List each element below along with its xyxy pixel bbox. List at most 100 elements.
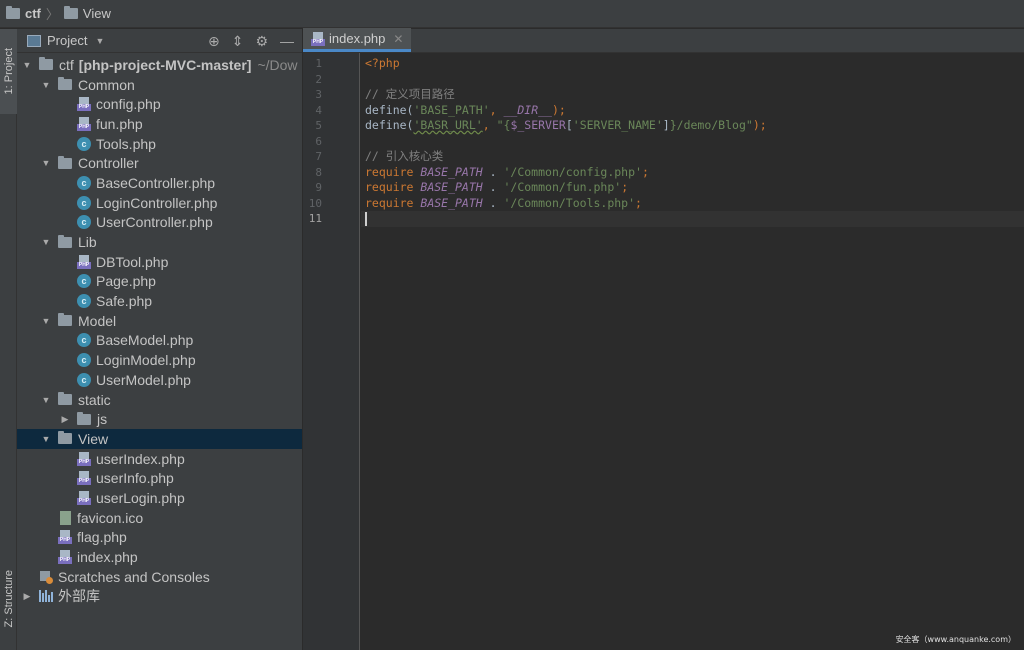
tree-item-label: Safe.php (96, 293, 153, 310)
expand-arrow-icon[interactable]: ▼ (21, 60, 33, 70)
code-token: [ (565, 118, 573, 132)
folder-icon (6, 6, 20, 19)
tree-item-label: userLogin.php (96, 489, 185, 506)
project-tool-tab-label: 1: Project (2, 48, 15, 95)
folder-icon (58, 431, 72, 445)
project-view-selector[interactable]: Project (47, 33, 87, 48)
editor-tab-index-php[interactable]: index.php ✕ (303, 28, 412, 52)
code-token: 'BASE_PATH' (413, 102, 490, 117)
tree-item[interactable]: userLogin.php (17, 488, 302, 508)
tree-item[interactable]: DBTool.php (17, 252, 302, 272)
breadcrumb-folder-label: View (82, 6, 111, 21)
tree-item[interactable]: c Safe.php (17, 291, 302, 311)
php-class-icon: c (77, 353, 91, 368)
line-number: 11 (308, 212, 322, 225)
folder-icon (58, 313, 72, 327)
breadcrumb-project[interactable]: ctf (6, 6, 41, 21)
line-number: 3 (315, 88, 322, 101)
text-caret (365, 211, 367, 226)
tree-item[interactable]: c Page.php (17, 272, 302, 292)
code-line[interactable] (361, 211, 1024, 227)
collapse-all-icon[interactable]: ⇕ (232, 33, 244, 50)
tree-item[interactable]: ▶ 外部库 (17, 587, 302, 607)
expand-arrow-icon[interactable]: ▼ (40, 80, 52, 90)
line-number: 1 (315, 57, 322, 70)
tree-folder[interactable]: ▼ Model (17, 311, 302, 331)
php-class-icon: c (77, 294, 91, 309)
close-icon[interactable]: ✕ (393, 32, 403, 46)
code-token: __DIR__ (503, 102, 552, 117)
tree-item[interactable]: c BaseModel.php (17, 331, 302, 351)
tree-item[interactable]: c LoginModel.php (17, 350, 302, 370)
code-token: BASE_PATH (420, 180, 483, 194)
tree-item[interactable]: c LoginController.php (17, 193, 302, 213)
tree-item[interactable]: userInfo.php (17, 468, 302, 488)
code-token: 'BASR_URL' (413, 118, 483, 132)
expand-arrow-icon[interactable]: ▼ (40, 158, 52, 168)
structure-tool-tab[interactable]: Z: Structure (0, 559, 17, 639)
tree-folder[interactable]: ▶ js (17, 409, 302, 429)
expand-arrow-icon[interactable]: ▼ (40, 434, 52, 444)
tree-folder[interactable]: ▼ static (17, 390, 302, 410)
tree-item-label: Lib (78, 234, 97, 251)
tree-item[interactable]: config.php (17, 94, 302, 114)
line-number: 10 (308, 196, 322, 210)
tool-window-strip: 1: Project Z: Structure (0, 29, 17, 650)
collapse-arrow-icon[interactable]: ▶ (21, 591, 33, 602)
tree-folder[interactable]: ▼ Controller (17, 153, 302, 173)
tree-folder[interactable]: ▼ Common (17, 75, 302, 95)
image-file-icon (60, 510, 71, 525)
tree-item-label: ctf (59, 56, 74, 73)
tree-folder[interactable]: ▼ View (17, 429, 302, 449)
breadcrumb-folder[interactable]: View (63, 6, 111, 21)
code-line[interactable] (361, 134, 1024, 150)
code-token: 'SERVER_NAME' (572, 118, 663, 132)
tree-item[interactable]: c UserController.php (17, 213, 302, 233)
hide-panel-icon[interactable]: — (280, 33, 294, 50)
code-token: require (365, 164, 421, 179)
tree-item[interactable]: index.php (17, 547, 302, 567)
expand-arrow-icon[interactable]: ▼ (40, 316, 52, 326)
folder-icon (58, 77, 72, 91)
tree-item[interactable]: Scratches and Consoles (17, 567, 302, 587)
tree-folder[interactable]: ▼ Lib (17, 232, 302, 252)
tree-item[interactable]: fun.php (17, 114, 302, 134)
scratches-icon (39, 570, 53, 584)
code-token: BASE_PATH (420, 164, 483, 179)
tree-item[interactable]: flag.php (17, 528, 302, 548)
code-line[interactable]: require BASE_PATH . '/Common/Tools.php'; (361, 196, 1024, 212)
expand-arrow-icon[interactable]: ▼ (40, 395, 52, 405)
tree-item[interactable]: userIndex.php (17, 449, 302, 469)
code-line[interactable]: // 定义项目路径 (361, 87, 1024, 103)
php-class-icon: c (77, 372, 91, 387)
tree-item[interactable]: c BaseController.php (17, 173, 302, 193)
code-editor[interactable]: <?php // 定义项目路径 define('BASE_PATH', __DIR_… (361, 53, 1024, 650)
code-line[interactable]: require BASE_PATH . '/Common/fun.php'; (361, 180, 1024, 196)
gear-icon[interactable]: ⚙ (255, 33, 268, 50)
code-line[interactable]: define('BASE_PATH', __DIR__); (361, 103, 1024, 119)
code-token: // 引入核心类 (365, 149, 444, 163)
code-line[interactable]: <?php (361, 56, 1024, 72)
chevron-down-icon[interactable]: ▼ (95, 36, 104, 46)
tree-item-label: Model (78, 312, 117, 329)
folder-icon (58, 155, 72, 169)
code-token: '/Common/Tools.php' (503, 195, 636, 210)
code-token: ; (641, 164, 649, 179)
line-number-gutter: 1 2 3 4 5 6 7 8 9 10 11 (303, 53, 360, 650)
tree-folder[interactable]: ▼ ctf [php-project-MVC-master] ~/Dow (17, 55, 302, 75)
code-line[interactable] (361, 72, 1024, 88)
php-file-icon (311, 31, 325, 46)
tree-item[interactable]: favicon.ico (17, 508, 302, 528)
code-line[interactable]: // 引入核心类 (361, 149, 1024, 165)
collapse-arrow-icon[interactable]: ▶ (59, 414, 71, 425)
locate-file-icon[interactable]: ⊕ (208, 33, 220, 50)
code-line[interactable]: define('BASR_URL', "{$_SERVER['SERVER_NA… (361, 118, 1024, 134)
project-view-icon (27, 34, 41, 47)
tree-item[interactable]: c UserModel.php (17, 370, 302, 390)
tree-item[interactable]: c Tools.php (17, 134, 302, 154)
expand-arrow-icon[interactable]: ▼ (40, 237, 52, 247)
editor-tab-bar: index.php ✕ (303, 28, 1024, 53)
project-tool-tab[interactable]: 1: Project (0, 29, 17, 114)
code-line[interactable]: require BASE_PATH . '/Common/config.php'… (361, 165, 1024, 181)
panel-header-actions: ⊕ ⇕ ⚙ — (208, 33, 294, 50)
